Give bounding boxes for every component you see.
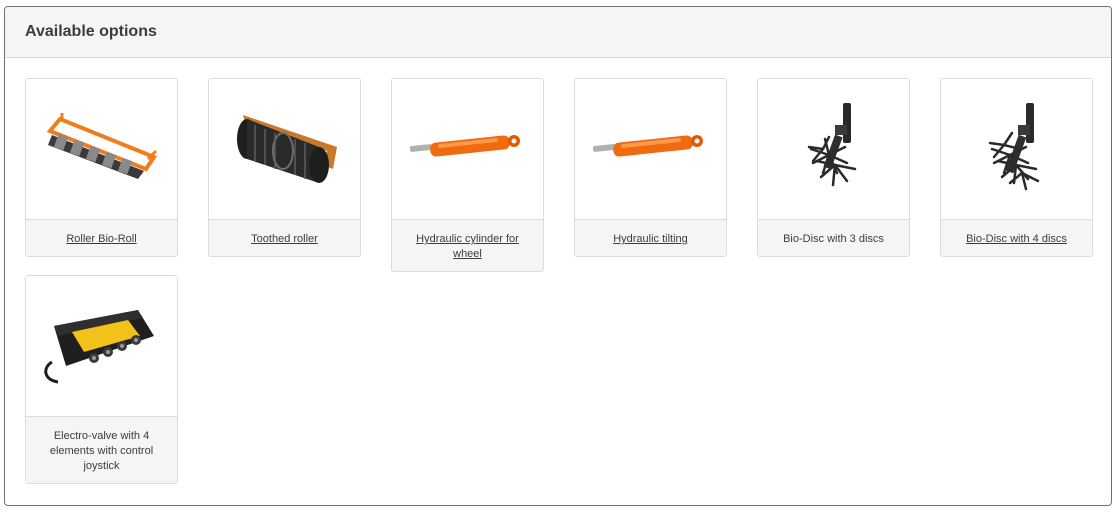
option-caption: Hydraulic tilting xyxy=(575,219,726,256)
option-card-electro-valve[interactable]: Electro-valve with 4 elements with contr… xyxy=(25,275,178,484)
hydraulic-cylinder-image[interactable] xyxy=(392,79,543,219)
panel-title: Available options xyxy=(25,23,157,40)
panel-header: Available options xyxy=(5,7,1111,58)
option-caption: Bio-Disc with 4 discs xyxy=(941,219,1092,256)
hydraulic-tilting-image[interactable] xyxy=(575,79,726,219)
option-card-hydraulic-cylinder[interactable]: Hydraulic cylinder for wheel xyxy=(391,78,544,272)
option-card-toothed-roller[interactable]: Toothed roller xyxy=(208,78,361,257)
option-link-bio-disc-4[interactable]: Bio-Disc with 4 discs xyxy=(966,233,1067,245)
roller-bio-roll-image[interactable] xyxy=(26,79,177,219)
option-label-electro-valve: Electro-valve with 4 elements with contr… xyxy=(49,430,154,472)
option-card-roller-bio-roll[interactable]: Roller Bio-Roll xyxy=(25,78,178,257)
option-card-bio-disc-4[interactable]: Bio-Disc with 4 discs xyxy=(940,78,1093,257)
option-card-bio-disc-3[interactable]: Bio-Disc with 3 discs xyxy=(757,78,910,257)
option-card-hydraulic-tilting[interactable]: Hydraulic tilting xyxy=(574,78,727,257)
option-caption: Roller Bio-Roll xyxy=(26,219,177,256)
available-options-panel: Available options Roller Bio-Roll Toothe… xyxy=(4,6,1112,506)
option-link-hydraulic-tilting[interactable]: Hydraulic tilting xyxy=(613,233,688,245)
option-link-toothed-roller[interactable]: Toothed roller xyxy=(251,233,318,245)
electro-valve-image[interactable] xyxy=(26,276,177,416)
option-label-bio-disc-3: Bio-Disc with 3 discs xyxy=(783,233,884,245)
option-link-hydraulic-cylinder[interactable]: Hydraulic cylinder for wheel xyxy=(416,233,519,260)
option-caption: Bio-Disc with 3 discs xyxy=(758,219,909,256)
option-caption: Toothed roller xyxy=(209,219,360,256)
option-link-roller-bio-roll[interactable]: Roller Bio-Roll xyxy=(66,233,136,245)
option-caption: Hydraulic cylinder for wheel xyxy=(392,219,543,271)
bio-disc-3-image[interactable] xyxy=(758,79,909,219)
option-caption: Electro-valve with 4 elements with contr… xyxy=(26,416,177,483)
toothed-roller-image[interactable] xyxy=(209,79,360,219)
bio-disc-4-image[interactable] xyxy=(941,79,1092,219)
